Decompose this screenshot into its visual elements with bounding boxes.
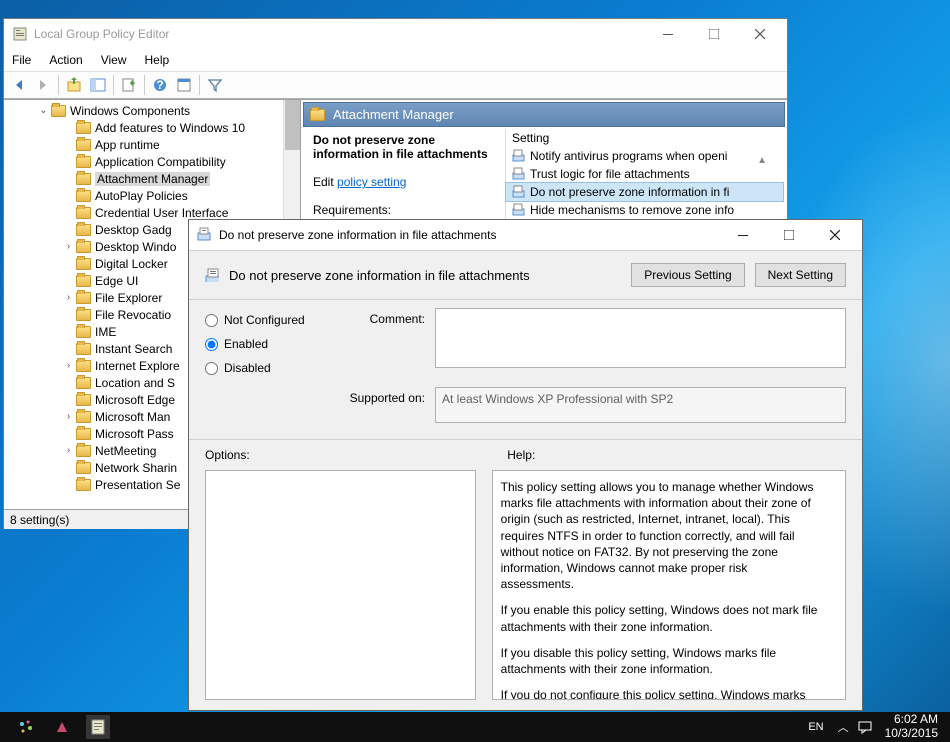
policy-subtitle: Do not preserve zone information in file… [229,268,621,283]
help-button[interactable]: ? [149,74,171,96]
taskbar-app-gpedit[interactable] [86,715,110,739]
show-hide-tree-button[interactable] [87,74,109,96]
menu-view[interactable]: View [101,53,127,67]
policy-titlebar[interactable]: Do not preserve zone information in file… [189,220,862,250]
help-label: Help: [507,448,846,462]
selected-setting-title: Do not preserve zone information in file… [313,133,497,161]
policy-title: Do not preserve zone information in file… [219,228,720,242]
gpedit-icon [12,26,28,42]
tree-item[interactable]: Application Compatibility [4,153,300,170]
comment-textarea[interactable] [435,308,846,368]
folder-icon [310,109,325,121]
policy-maximize-button[interactable] [766,221,812,249]
radio-enabled[interactable]: Enabled [205,332,325,356]
back-button[interactable] [8,74,30,96]
maximize-button[interactable] [691,20,737,48]
policy-minimize-button[interactable] [720,221,766,249]
gpedit-title: Local Group Policy Editor [34,27,645,41]
options-label: Options: [205,448,487,462]
policy-reg-icon [205,268,219,282]
setting-row[interactable]: Trust logic for file attachments [506,165,783,183]
forward-button[interactable] [32,74,54,96]
setting-column-header[interactable]: Setting [512,131,777,145]
toolbar: ? [4,71,787,99]
tree-item-root[interactable]: ⌄Windows Components [4,102,300,119]
help-text: This policy setting allows you to manage… [501,479,823,700]
taskbar-app-2[interactable] [50,715,74,739]
tray-action-center-icon[interactable] [857,719,873,735]
edit-label: Edit [313,175,334,189]
policy-dialog: Do not preserve zone information in file… [188,219,863,711]
previous-setting-button[interactable]: Previous Setting [631,263,744,287]
detail-header: Attachment Manager [303,102,785,127]
close-button[interactable] [737,20,783,48]
options-box [205,470,476,700]
export-button[interactable] [118,74,140,96]
radio-not-configured[interactable]: Not Configured [205,308,325,332]
detail-header-label: Attachment Manager [333,107,454,122]
svg-text:?: ? [156,78,163,92]
status-text: 8 setting(s) [10,513,69,527]
policy-close-button[interactable] [812,221,858,249]
setting-row[interactable]: Do not preserve zone information in fi [506,183,783,201]
supported-on-value: At least Windows XP Professional with SP… [435,387,846,423]
tree-item[interactable]: Add features to Windows 10 [4,119,300,136]
taskbar-app-1[interactable] [14,715,38,739]
requirements-label: Requirements: [313,203,497,217]
edit-policy-link[interactable]: policy setting [337,175,406,189]
tray-chevron-up-icon[interactable]: ︿ [838,719,849,735]
menu-file[interactable]: File [12,53,31,67]
tree-item[interactable]: Attachment Manager [4,170,300,187]
filter-button[interactable] [204,74,226,96]
help-box[interactable]: This policy setting allows you to manage… [492,470,846,700]
setting-row[interactable]: Notify antivirus programs when openi [506,147,783,165]
minimize-button[interactable] [645,20,691,48]
tree-item[interactable]: App runtime [4,136,300,153]
taskbar: EN ︿ 6:02 AM 10/3/2015 [0,712,950,742]
gpedit-titlebar[interactable]: Local Group Policy Editor [4,19,787,49]
taskbar-clock[interactable]: 6:02 AM 10/3/2015 [885,713,938,741]
chevron-up-icon[interactable]: ▲ [757,155,767,166]
menu-action[interactable]: Action [49,53,82,67]
menubar: File Action View Help [4,49,787,71]
tree-item[interactable]: AutoPlay Policies [4,187,300,204]
radio-disabled[interactable]: Disabled [205,356,325,380]
taskbar-language[interactable]: EN [808,721,823,733]
setting-row[interactable]: Hide mechanisms to remove zone info [506,201,783,219]
up-button[interactable] [63,74,85,96]
comment-label: Comment: [345,308,435,371]
properties-button[interactable] [173,74,195,96]
next-setting-button[interactable]: Next Setting [755,263,846,287]
policy-icon [197,227,213,243]
supported-label: Supported on: [345,387,435,423]
menu-help[interactable]: Help [145,53,170,67]
